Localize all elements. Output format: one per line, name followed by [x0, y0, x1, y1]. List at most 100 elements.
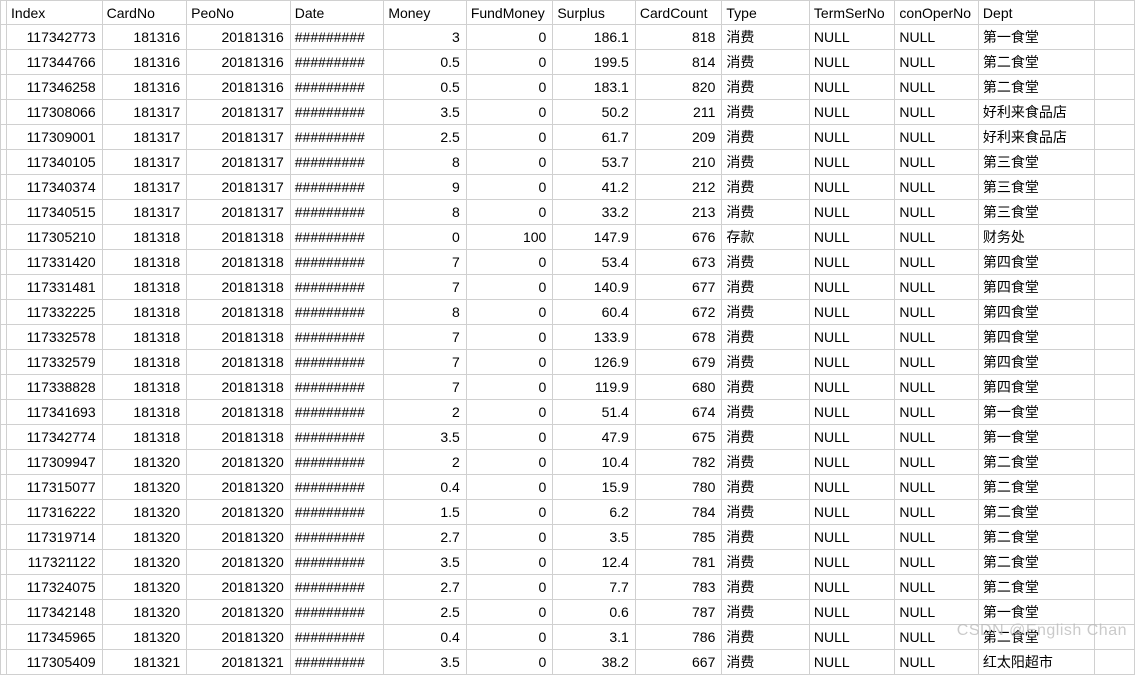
cell-peono[interactable]: 20181318 — [187, 325, 291, 350]
cell-date[interactable]: ######### — [290, 325, 384, 350]
cell-cardno[interactable]: 181318 — [102, 400, 187, 425]
cell-surplus[interactable]: 140.9 — [553, 275, 636, 300]
cell-cardno[interactable]: 181316 — [102, 25, 187, 50]
cell-peono[interactable]: 20181316 — [187, 50, 291, 75]
cell-peono[interactable]: 20181318 — [187, 425, 291, 450]
cell-type[interactable]: 消费 — [722, 150, 810, 175]
cell-conoperno[interactable]: NULL — [895, 450, 979, 475]
cell-fundmoney[interactable]: 0 — [466, 600, 553, 625]
cell-dept[interactable]: 第二食堂 — [978, 450, 1094, 475]
table-row[interactable]: 11734625818131620181316#########0.50183.… — [1, 75, 1135, 100]
cell-surplus[interactable]: 10.4 — [553, 450, 636, 475]
cell-cardcount[interactable]: 678 — [635, 325, 722, 350]
cell-cardno[interactable]: 181318 — [102, 350, 187, 375]
cell-cardcount[interactable]: 672 — [635, 300, 722, 325]
cell-termserno[interactable]: NULL — [809, 650, 895, 675]
cell-dept[interactable]: 第一食堂 — [978, 400, 1094, 425]
cell-peono[interactable]: 20181318 — [187, 300, 291, 325]
cell-termserno[interactable]: NULL — [809, 100, 895, 125]
cell-peono[interactable]: 20181318 — [187, 400, 291, 425]
table-row[interactable]: 11731507718132020181320#########0.4015.9… — [1, 475, 1135, 500]
cell-type[interactable]: 消费 — [722, 75, 810, 100]
cell-dept[interactable]: 第二食堂 — [978, 525, 1094, 550]
cell-date[interactable]: ######### — [290, 175, 384, 200]
table-row[interactable]: 11730994718132020181320#########2010.478… — [1, 450, 1135, 475]
column-header-peono[interactable]: PeoNo — [187, 1, 291, 25]
cell-surplus[interactable]: 51.4 — [553, 400, 636, 425]
cell-money[interactable]: 7 — [384, 250, 467, 275]
cell-surplus[interactable]: 12.4 — [553, 550, 636, 575]
cell-index[interactable]: 117305409 — [7, 650, 103, 675]
cell-money[interactable]: 2.7 — [384, 525, 467, 550]
cell-termserno[interactable]: NULL — [809, 200, 895, 225]
cell-termserno[interactable]: NULL — [809, 375, 895, 400]
cell-type[interactable]: 消费 — [722, 550, 810, 575]
table-row[interactable]: 11731622218132020181320#########1.506.27… — [1, 500, 1135, 525]
table-row[interactable]: 11730540918132120181321#########3.5038.2… — [1, 650, 1135, 675]
column-header-dept[interactable]: Dept — [978, 1, 1094, 25]
cell-index[interactable]: 117342148 — [7, 600, 103, 625]
cell-termserno[interactable]: NULL — [809, 475, 895, 500]
cell-termserno[interactable]: NULL — [809, 250, 895, 275]
table-row[interactable]: 11732112218132020181320#########3.5012.4… — [1, 550, 1135, 575]
cell-surplus[interactable]: 0.6 — [553, 600, 636, 625]
table-row[interactable]: 11734476618131620181316#########0.50199.… — [1, 50, 1135, 75]
cell-date[interactable]: ######### — [290, 400, 384, 425]
cell-date[interactable]: ######### — [290, 75, 384, 100]
cell-index[interactable]: 117309001 — [7, 125, 103, 150]
column-header-index[interactable]: Index — [7, 1, 103, 25]
cell-dept[interactable]: 第二食堂 — [978, 50, 1094, 75]
cell-cardcount[interactable]: 211 — [635, 100, 722, 125]
cell-peono[interactable]: 20181318 — [187, 350, 291, 375]
table-row[interactable]: 11730900118131720181317#########2.5061.7… — [1, 125, 1135, 150]
cell-index[interactable]: 117309947 — [7, 450, 103, 475]
cell-dept[interactable]: 第二食堂 — [978, 500, 1094, 525]
cell-type[interactable]: 消费 — [722, 25, 810, 50]
cell-peono[interactable]: 20181320 — [187, 575, 291, 600]
cell-type[interactable]: 消费 — [722, 350, 810, 375]
column-header-type[interactable]: Type — [722, 1, 810, 25]
cell-date[interactable]: ######### — [290, 450, 384, 475]
cell-cardcount[interactable]: 674 — [635, 400, 722, 425]
cell-fundmoney[interactable]: 0 — [466, 475, 553, 500]
cell-money[interactable]: 7 — [384, 275, 467, 300]
cell-dept[interactable]: 第四食堂 — [978, 350, 1094, 375]
column-header-fundmoney[interactable]: FundMoney — [466, 1, 553, 25]
cell-date[interactable]: ######### — [290, 250, 384, 275]
cell-surplus[interactable]: 199.5 — [553, 50, 636, 75]
cell-fundmoney[interactable]: 0 — [466, 650, 553, 675]
cell-surplus[interactable]: 50.2 — [553, 100, 636, 125]
cell-cardno[interactable]: 181320 — [102, 550, 187, 575]
cell-cardcount[interactable]: 782 — [635, 450, 722, 475]
cell-cardno[interactable]: 181318 — [102, 250, 187, 275]
cell-money[interactable]: 0 — [384, 225, 467, 250]
cell-surplus[interactable]: 53.4 — [553, 250, 636, 275]
cell-conoperno[interactable]: NULL — [895, 650, 979, 675]
table-body[interactable]: 11734277318131620181316#########30186.18… — [1, 25, 1135, 675]
cell-peono[interactable]: 20181321 — [187, 650, 291, 675]
cell-peono[interactable]: 20181318 — [187, 225, 291, 250]
cell-cardcount[interactable]: 210 — [635, 150, 722, 175]
cell-dept[interactable]: 第一食堂 — [978, 25, 1094, 50]
cell-conoperno[interactable]: NULL — [895, 425, 979, 450]
header-row[interactable]: IndexCardNoPeoNoDateMoneyFundMoneySurplu… — [1, 1, 1135, 25]
cell-surplus[interactable]: 147.9 — [553, 225, 636, 250]
cell-conoperno[interactable]: NULL — [895, 600, 979, 625]
column-header-conoperno[interactable]: conOperNo — [895, 1, 979, 25]
cell-cardno[interactable]: 181318 — [102, 300, 187, 325]
cell-index[interactable]: 117342773 — [7, 25, 103, 50]
cell-cardno[interactable]: 181318 — [102, 375, 187, 400]
cell-date[interactable]: ######### — [290, 350, 384, 375]
cell-conoperno[interactable]: NULL — [895, 575, 979, 600]
cell-cardcount[interactable]: 667 — [635, 650, 722, 675]
cell-peono[interactable]: 20181318 — [187, 250, 291, 275]
table-row[interactable]: 11734169318131820181318#########2051.467… — [1, 400, 1135, 425]
cell-conoperno[interactable]: NULL — [895, 175, 979, 200]
cell-money[interactable]: 3 — [384, 25, 467, 50]
cell-cardcount[interactable]: 680 — [635, 375, 722, 400]
cell-money[interactable]: 3.5 — [384, 550, 467, 575]
cell-peono[interactable]: 20181316 — [187, 75, 291, 100]
cell-type[interactable]: 消费 — [722, 300, 810, 325]
cell-termserno[interactable]: NULL — [809, 450, 895, 475]
table-row[interactable]: 11734277318131620181316#########30186.18… — [1, 25, 1135, 50]
